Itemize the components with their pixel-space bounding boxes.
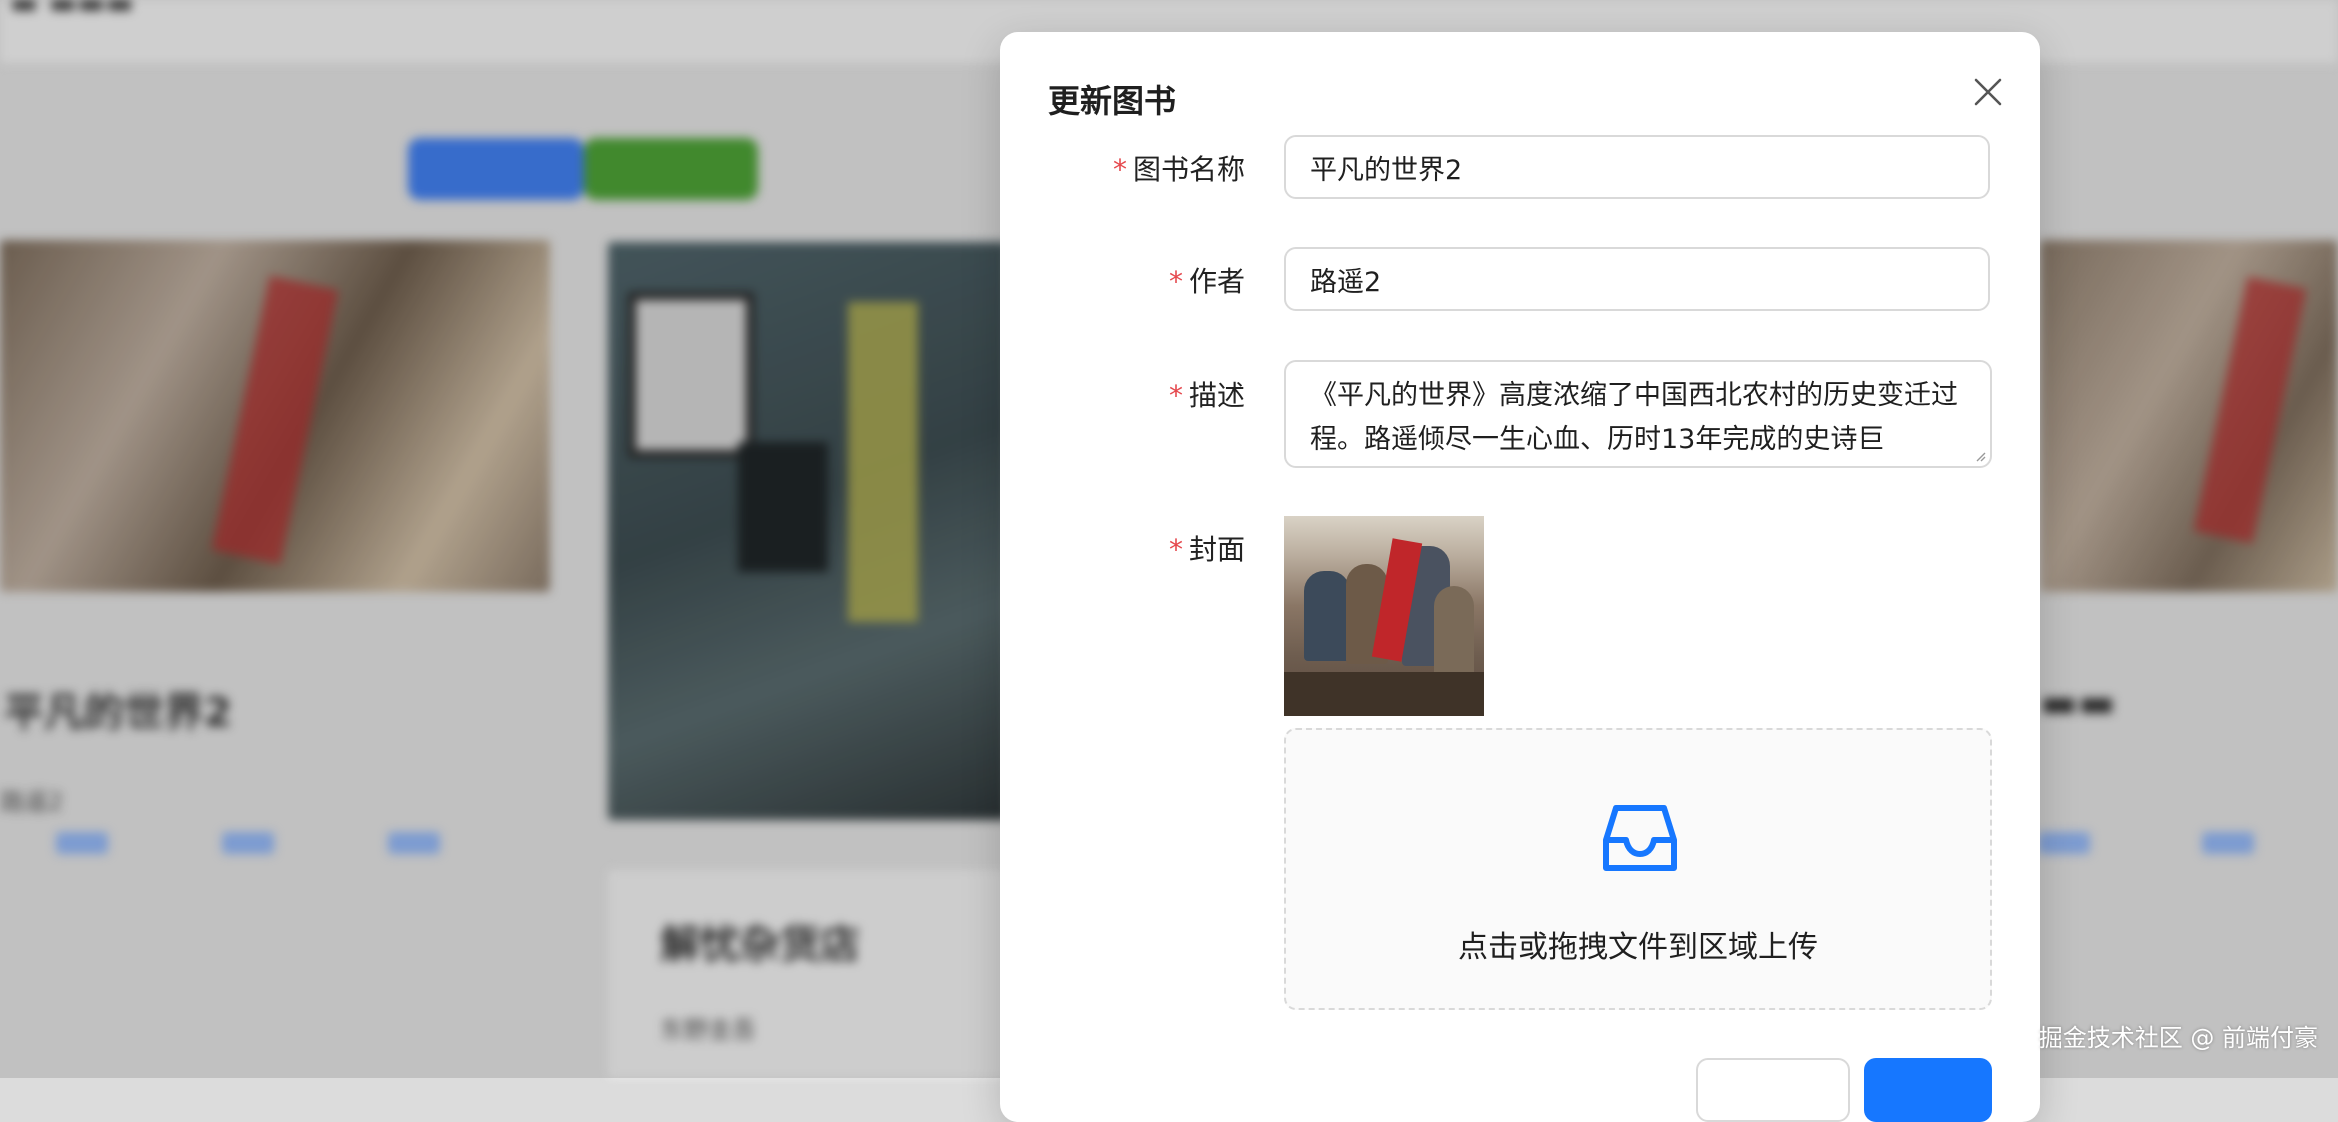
- upload-hint: 点击或拖拽文件到区域上传: [1458, 930, 1818, 965]
- field-label-author: * 作者: [1168, 265, 1245, 298]
- close-icon: [1974, 78, 2002, 106]
- cancel-button[interactable]: [1696, 1058, 1850, 1122]
- watermark: 掘金技术社区 @ 前端付豪: [2038, 1024, 2318, 1052]
- description-text: 《平凡的世界》高度浓缩了中国西北农村的历史变迁过程。路遥倾尽一生心血、历时13年…: [1310, 380, 1958, 455]
- field-label-description: * 描述: [1168, 379, 1245, 412]
- required-mark: *: [1168, 379, 1183, 412]
- field-label-name: * 图书名称: [1112, 153, 1245, 186]
- book-name-input[interactable]: [1284, 135, 1990, 199]
- required-mark: *: [1168, 533, 1183, 566]
- field-label-cover: * 封面: [1168, 533, 1245, 566]
- ok-button[interactable]: [1864, 1058, 1992, 1122]
- inbox-icon: [1603, 805, 1677, 871]
- cover-preview-image[interactable]: [1284, 516, 1484, 716]
- author-input[interactable]: [1284, 247, 1990, 311]
- update-book-modal: 更新图书 *图书名称 *作者 *描述 《平凡的世界》高度浓缩了中国西北农村的历史…: [1000, 32, 2040, 1122]
- modal-title: 更新图书: [1048, 82, 1177, 120]
- resize-handle-icon[interactable]: [1974, 450, 1986, 462]
- upload-dropzone[interactable]: 点击或拖拽文件到区域上传: [1284, 728, 1992, 1010]
- required-mark: *: [1112, 153, 1127, 186]
- close-button[interactable]: [1966, 70, 2010, 114]
- description-textarea[interactable]: 《平凡的世界》高度浓缩了中国西北农村的历史变迁过程。路遥倾尽一生心血、历时13年…: [1284, 360, 1992, 468]
- required-mark: *: [1168, 265, 1183, 298]
